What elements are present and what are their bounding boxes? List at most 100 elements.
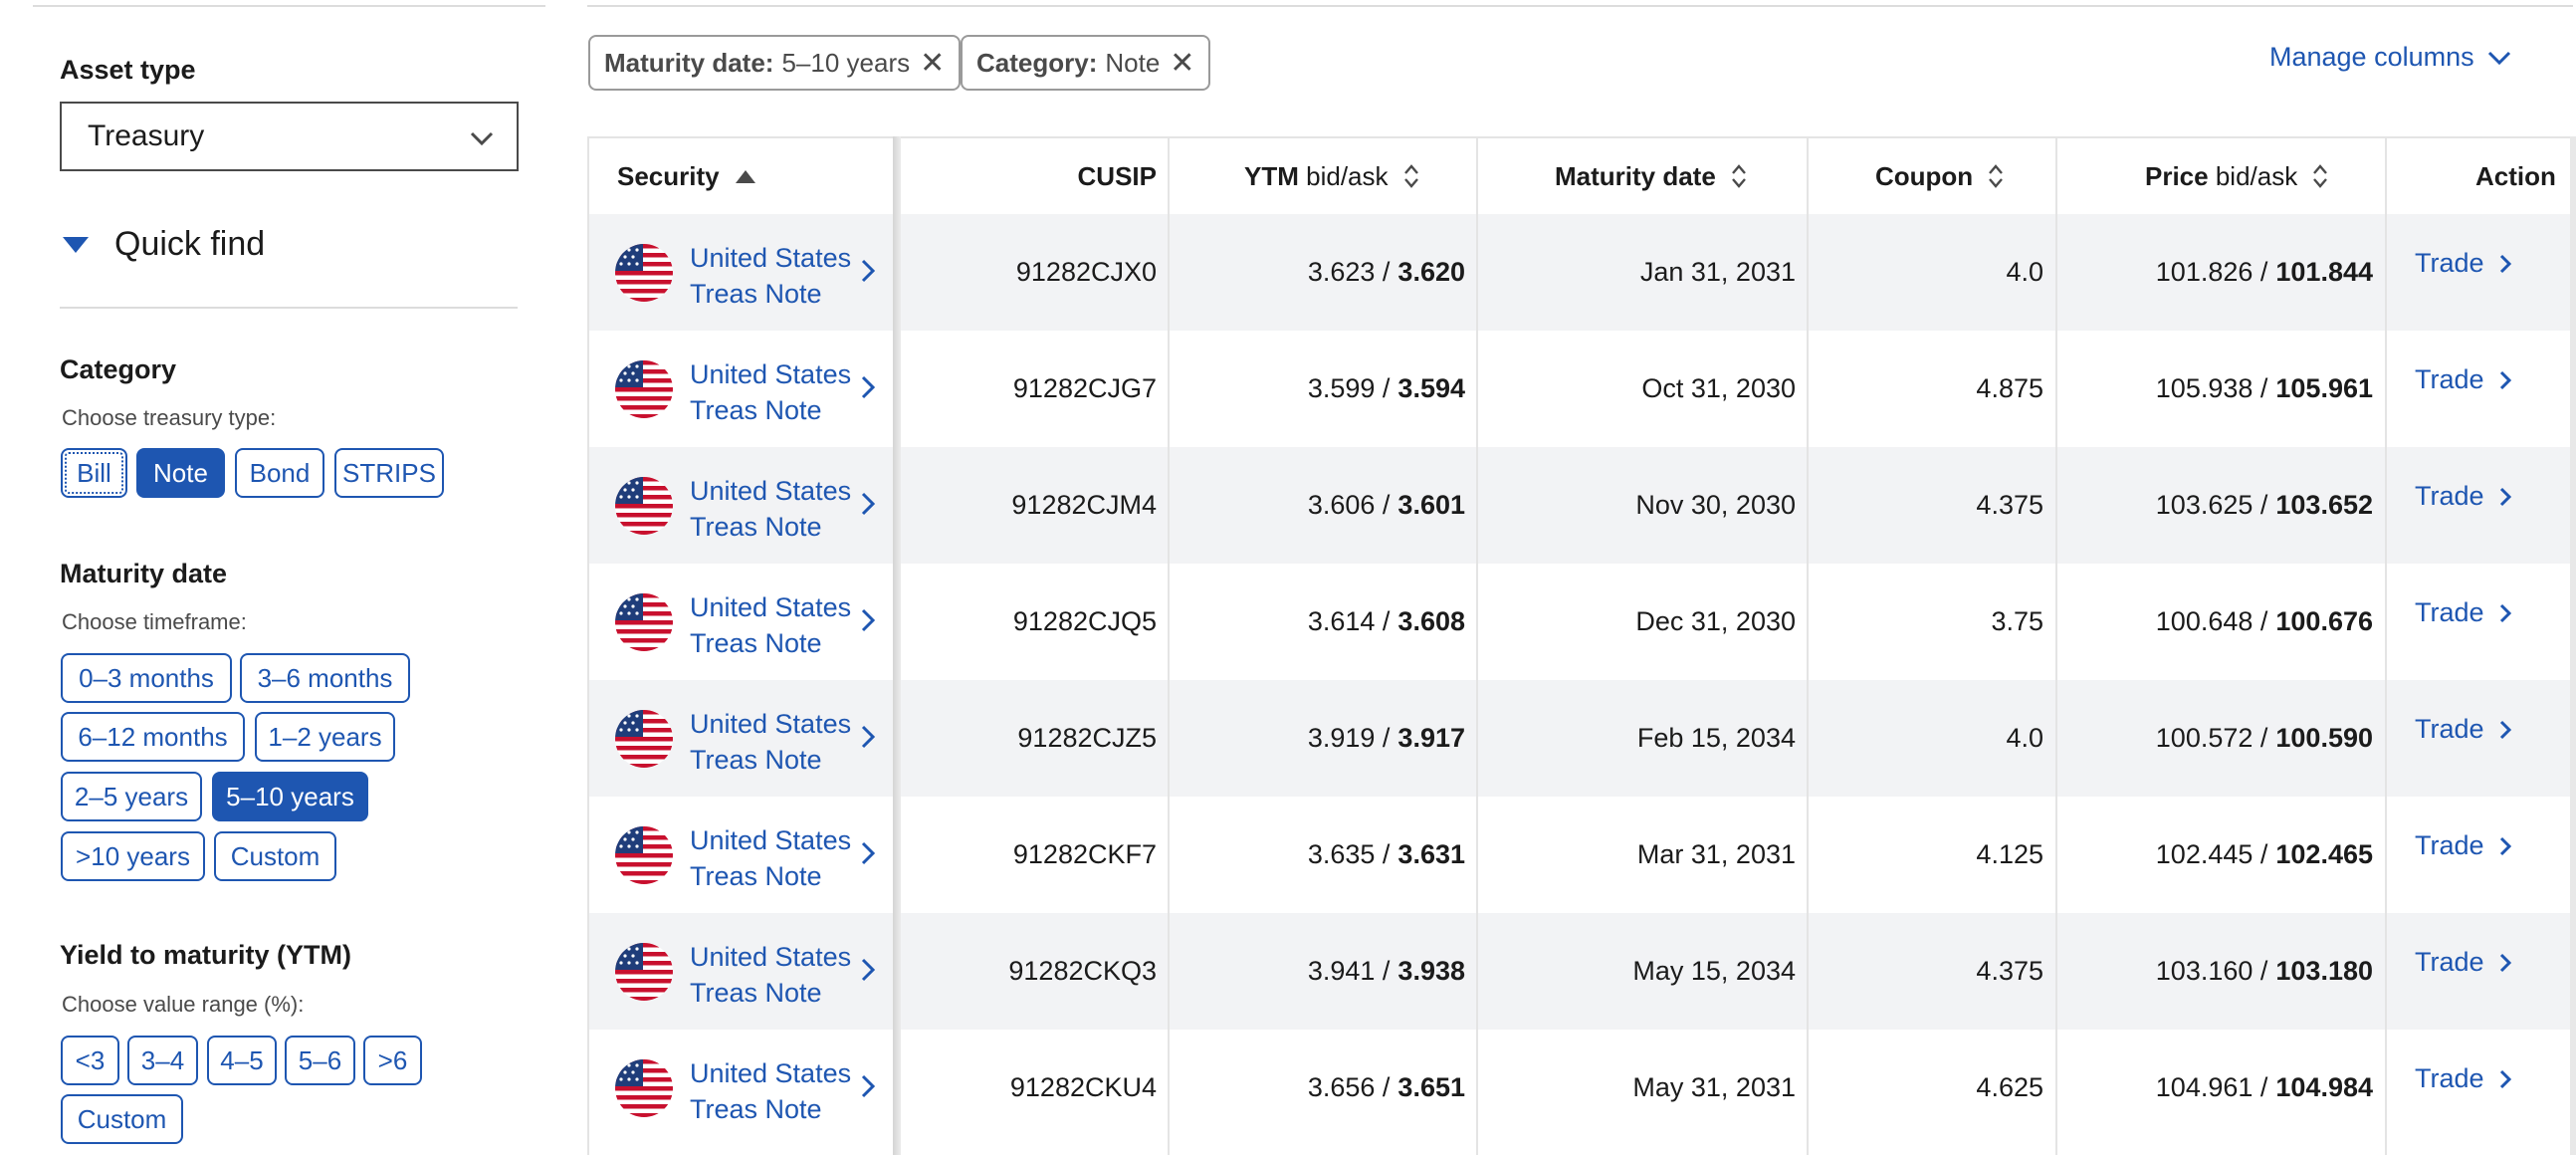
chip-maturity-0-3-months[interactable]: 0–3 months bbox=[61, 653, 232, 703]
chip-maturity-1-2-years[interactable]: 1–2 years bbox=[255, 712, 395, 762]
price-bid: 104.961 / bbox=[2155, 1072, 2268, 1102]
chevron-right-icon bbox=[2499, 603, 2511, 622]
caret-down-icon bbox=[63, 236, 89, 253]
chevron-right-icon[interactable] bbox=[860, 374, 876, 400]
sort-ascending-icon bbox=[735, 170, 755, 183]
security-link[interactable]: United States Treas Note bbox=[690, 1055, 851, 1127]
trade-label: Trade bbox=[2415, 597, 2484, 627]
trade-button[interactable]: Trade bbox=[2415, 904, 2512, 1021]
sort-arrows-icon bbox=[1989, 164, 2004, 188]
chip-ytm-4-5[interactable]: 4–5 bbox=[207, 1036, 277, 1085]
ytm-bid: 3.599 / bbox=[1307, 373, 1391, 403]
maturity-value: Nov 30, 2030 bbox=[1635, 490, 1796, 520]
security-link[interactable]: United States Treas Note bbox=[690, 939, 851, 1011]
chevron-right-icon[interactable] bbox=[860, 491, 876, 517]
trade-button[interactable]: Trade bbox=[2415, 322, 2512, 438]
chevron-right-icon[interactable] bbox=[860, 1073, 876, 1099]
ytm-label: Yield to maturity (YTM) bbox=[60, 940, 352, 970]
chevron-right-icon[interactable] bbox=[860, 724, 876, 750]
quick-find-toggle[interactable]: Quick find bbox=[60, 225, 265, 264]
maturity-value: Jan 31, 2031 bbox=[1639, 257, 1796, 287]
column-header-ytm[interactable]: YTM bid/ask bbox=[1244, 138, 1420, 214]
security-link[interactable]: United States Treas Note bbox=[690, 473, 851, 545]
chip-category-note[interactable]: Note bbox=[136, 448, 225, 498]
cusip-cell: 91282CJG7 bbox=[916, 331, 1157, 447]
ytm-ask: 3.608 bbox=[1397, 606, 1465, 636]
manage-columns-label: Manage columns bbox=[2269, 42, 2474, 72]
coupon-value: 4.125 bbox=[1976, 839, 2043, 869]
ytm-ask: 3.938 bbox=[1397, 956, 1465, 986]
active-filter-category[interactable]: Category: Note ✕ bbox=[961, 35, 1211, 91]
security-link[interactable]: United States Treas Note bbox=[690, 356, 851, 428]
chip-ytm-5-6[interactable]: 5–6 bbox=[285, 1036, 355, 1085]
trade-label: Trade bbox=[2415, 248, 2484, 278]
chip-maturity-2-5-years[interactable]: 2–5 years bbox=[61, 772, 202, 821]
us-flag-icon bbox=[615, 710, 673, 768]
chip-maturity-6-12-months[interactable]: 6–12 months bbox=[61, 712, 245, 762]
chevron-right-icon[interactable] bbox=[860, 957, 876, 983]
trade-button[interactable]: Trade bbox=[2415, 788, 2512, 904]
column-header-security[interactable]: Security bbox=[617, 138, 757, 214]
coupon-cell: 4.125 bbox=[1812, 797, 2043, 913]
chip-ytm-over-6[interactable]: >6 bbox=[363, 1036, 422, 1085]
trade-button[interactable]: Trade bbox=[2415, 438, 2512, 555]
close-icon[interactable]: ✕ bbox=[1170, 46, 1194, 81]
maturity-cell: Nov 30, 2030 bbox=[1483, 447, 1796, 564]
column-header-maturity[interactable]: Maturity date bbox=[1555, 138, 1748, 214]
security-link[interactable]: United States Treas Note bbox=[690, 240, 851, 312]
column-header-cusip[interactable]: CUSIP bbox=[916, 138, 1157, 214]
security-name-line2: Treas Note bbox=[690, 1094, 822, 1124]
ytm-bid: 3.635 / bbox=[1307, 839, 1391, 869]
security-link[interactable]: United States Treas Note bbox=[690, 589, 851, 661]
security-link[interactable]: United States Treas Note bbox=[690, 822, 851, 894]
coupon-value: 4.625 bbox=[1976, 1072, 2043, 1102]
chip-ytm-custom[interactable]: Custom bbox=[61, 1094, 183, 1144]
close-icon[interactable]: ✕ bbox=[920, 46, 945, 81]
coupon-cell: 4.375 bbox=[1812, 447, 2043, 564]
chip-maturity-5-10-years[interactable]: 5–10 years bbox=[212, 772, 368, 821]
chip-category-strips[interactable]: STRIPS bbox=[334, 448, 444, 498]
divider bbox=[60, 307, 518, 309]
maturity-cell: May 31, 2031 bbox=[1483, 1030, 1796, 1146]
asset-type-select[interactable]: Treasury bbox=[60, 102, 519, 171]
trade-button[interactable]: Trade bbox=[2415, 1021, 2512, 1137]
price-cell: 103.625 /103.652 bbox=[2060, 447, 2373, 564]
chip-maturity-10-plus-years[interactable]: >10 years bbox=[61, 831, 205, 881]
maturity-value: Feb 15, 2034 bbox=[1636, 723, 1796, 753]
price-cell: 102.445 /102.465 bbox=[2060, 797, 2373, 913]
ytm-bid: 3.623 / bbox=[1307, 257, 1391, 287]
security-name-line1: United States bbox=[690, 942, 852, 972]
chevron-right-icon[interactable] bbox=[860, 258, 876, 284]
scrollbar[interactable] bbox=[2570, 136, 2576, 1155]
price-ask: 102.465 bbox=[2275, 839, 2373, 869]
chevron-right-icon[interactable] bbox=[860, 840, 876, 866]
chip-maturity-custom[interactable]: Custom bbox=[214, 831, 336, 881]
maturity-value: May 31, 2031 bbox=[1632, 1072, 1796, 1102]
price-bid: 100.648 / bbox=[2155, 606, 2268, 636]
securities-table: Security CUSIP YTM bid/ask Maturity date… bbox=[587, 136, 2576, 1155]
sort-arrows-icon bbox=[1403, 164, 1418, 188]
price-bid: 101.826 / bbox=[2155, 257, 2268, 287]
maturity-cell: Mar 31, 2031 bbox=[1483, 797, 1796, 913]
chip-ytm-under-3[interactable]: <3 bbox=[61, 1036, 119, 1085]
table-row: United States Treas Note 91282CJQ5 3.614… bbox=[587, 564, 2576, 680]
filter-value: 5–10 years bbox=[781, 47, 911, 78]
security-name-line2: Treas Note bbox=[690, 861, 822, 891]
price-bid: 103.625 / bbox=[2155, 490, 2268, 520]
trade-button[interactable]: Trade bbox=[2415, 555, 2512, 671]
chevron-right-icon[interactable] bbox=[860, 607, 876, 633]
chip-category-bill[interactable]: Bill bbox=[61, 448, 127, 498]
security-link[interactable]: United States Treas Note bbox=[690, 706, 851, 778]
active-filter-maturity[interactable]: Maturity date: 5–10 years ✕ bbox=[588, 35, 962, 91]
column-header-price[interactable]: Price bid/ask bbox=[2145, 138, 2329, 214]
cusip-value: 91282CJQ5 bbox=[1012, 606, 1157, 636]
trade-button[interactable]: Trade bbox=[2415, 671, 2512, 788]
column-header-coupon[interactable]: Coupon bbox=[1875, 138, 2005, 214]
price-cell: 105.938 /105.961 bbox=[2060, 331, 2373, 447]
ytm-ask: 3.601 bbox=[1397, 490, 1465, 520]
chip-ytm-3-4[interactable]: 3–4 bbox=[127, 1036, 198, 1085]
chip-maturity-3-6-months[interactable]: 3–6 months bbox=[240, 653, 410, 703]
chip-category-bond[interactable]: Bond bbox=[235, 448, 324, 498]
manage-columns-button[interactable]: Manage columns bbox=[2269, 42, 2512, 73]
trade-button[interactable]: Trade bbox=[2415, 205, 2512, 322]
